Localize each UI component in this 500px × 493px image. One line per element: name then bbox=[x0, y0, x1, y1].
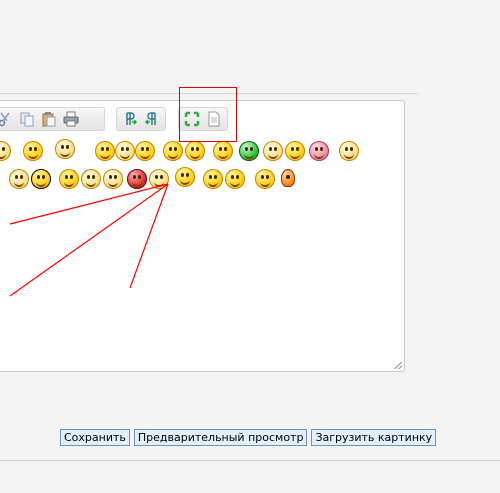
bottom-divider bbox=[0, 460, 500, 461]
wysiwyg-editor[interactable] bbox=[0, 100, 405, 372]
smiley-icon[interactable] bbox=[281, 169, 295, 187]
smiley-icon[interactable] bbox=[103, 169, 123, 189]
smiley-icon[interactable] bbox=[95, 141, 115, 161]
preview-button[interactable]: Предварительный просмотр bbox=[133, 429, 308, 446]
smiley-icon[interactable] bbox=[81, 169, 101, 189]
smiley-icon[interactable] bbox=[9, 169, 29, 189]
ltr-icon[interactable] bbox=[120, 109, 140, 129]
smiley-icon[interactable] bbox=[309, 141, 329, 161]
rtl-icon[interactable] bbox=[142, 109, 162, 129]
smiley-icon[interactable] bbox=[0, 141, 11, 161]
editor-toolbar bbox=[0, 107, 228, 131]
save-button[interactable]: Сохранить bbox=[60, 429, 130, 446]
smiley-icon[interactable] bbox=[59, 169, 79, 189]
smiley-icon[interactable] bbox=[339, 141, 359, 161]
toolbar-group-direction bbox=[116, 107, 166, 131]
smiley-icon[interactable] bbox=[149, 169, 169, 189]
top-divider bbox=[0, 93, 418, 94]
smiley-icon[interactable] bbox=[263, 141, 283, 161]
smiley-icon[interactable] bbox=[135, 141, 155, 161]
print-icon[interactable] bbox=[61, 109, 81, 129]
smiley-icon[interactable] bbox=[185, 141, 205, 161]
source-icon[interactable] bbox=[204, 109, 224, 129]
cut-icon[interactable] bbox=[0, 109, 15, 129]
smiley-icon[interactable] bbox=[175, 167, 195, 187]
smiley-icon[interactable] bbox=[225, 169, 245, 189]
smiley-icon[interactable] bbox=[285, 141, 305, 161]
toolbar-group-clipboard bbox=[0, 107, 105, 131]
smiley-icon[interactable] bbox=[115, 141, 135, 161]
copy-icon[interactable] bbox=[17, 109, 37, 129]
smiley-icon[interactable] bbox=[239, 141, 259, 161]
smiley-icon[interactable] bbox=[213, 141, 233, 161]
smiley-icon[interactable] bbox=[55, 139, 75, 159]
form-actions: Сохранить Предварительный просмотр Загру… bbox=[60, 429, 437, 446]
resize-handle[interactable] bbox=[394, 361, 402, 369]
smiley-icon[interactable] bbox=[255, 169, 275, 189]
smiley-icon[interactable] bbox=[31, 169, 51, 189]
smiley-icon[interactable] bbox=[23, 141, 43, 161]
maximize-icon[interactable] bbox=[182, 109, 202, 129]
paste-icon[interactable] bbox=[39, 109, 59, 129]
smiley-icon[interactable] bbox=[127, 169, 147, 189]
upload-image-button[interactable]: Загрузить картинку bbox=[311, 429, 437, 446]
smiley-icon[interactable] bbox=[163, 141, 183, 161]
smiley-icon[interactable] bbox=[203, 169, 223, 189]
toolbar-group-tools bbox=[178, 107, 228, 131]
